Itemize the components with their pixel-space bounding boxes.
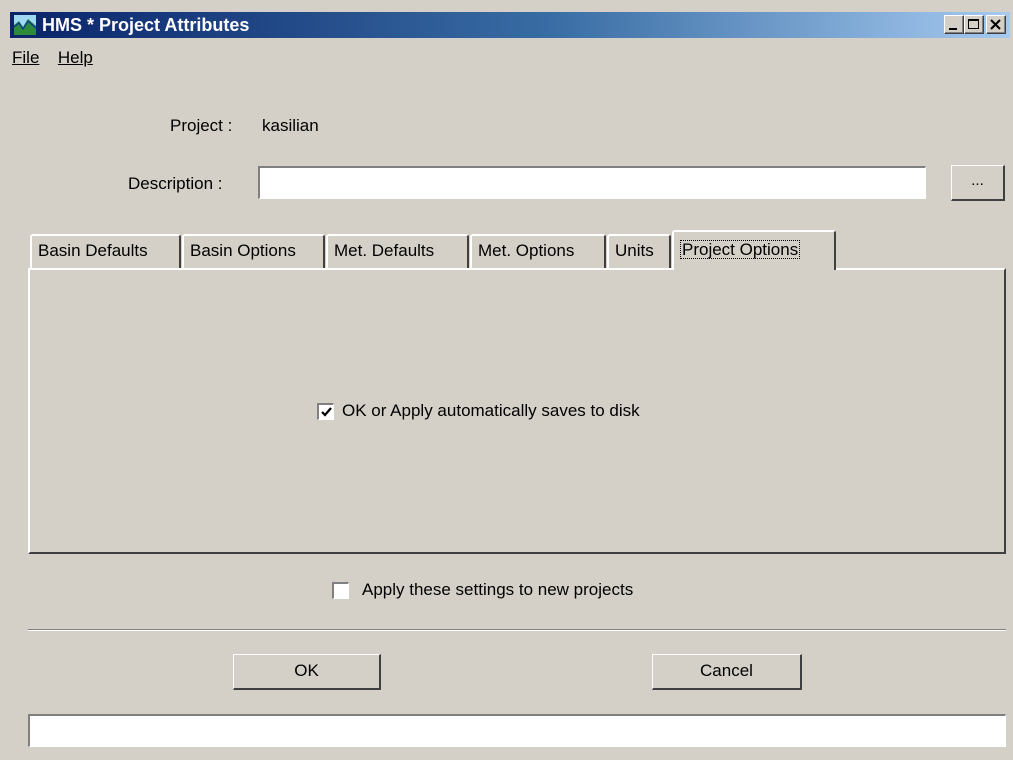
minimize-icon [949,28,957,30]
tab-basin-options-label: Basin Options [190,241,296,260]
apply-new-projects-label: Apply these settings to new projects [362,580,634,599]
description-field[interactable] [258,166,926,199]
menu-help[interactable]: Help [56,42,95,68]
menu-bar: File Help [10,42,105,68]
tab-met-options-label: Met. Options [478,241,575,260]
close-icon [990,19,1001,30]
minimize-button[interactable] [944,15,964,34]
tab-units[interactable]: Units [607,234,671,268]
maximize-icon [968,19,979,29]
menu-file-label: File [12,48,40,67]
apply-new-projects-checkbox[interactable] [332,582,349,599]
separator [28,629,1006,631]
project-options-panel: OK or Apply automatically saves to disk [28,268,1006,554]
tab-project-options[interactable]: Project Options [672,230,836,270]
menu-help-label: Help [57,48,93,67]
hms-app-icon [13,15,37,35]
autosave-label: OK or Apply automatically saves to disk [342,401,640,420]
tab-met-defaults[interactable]: Met. Defaults [326,234,469,268]
tab-met-options[interactable]: Met. Options [470,234,606,268]
title-bar[interactable]: HMS * Project Attributes [10,12,1010,38]
tab-basin-options[interactable]: Basin Options [182,234,325,268]
tab-basin-defaults-label: Basin Defaults [38,241,148,260]
close-button[interactable] [986,15,1006,34]
project-name: kasilian [262,116,319,135]
project-label: Project : [170,116,233,135]
browse-description-button[interactable]: ... [951,165,1005,201]
autosave-checkbox[interactable] [317,403,334,420]
status-bar [28,714,1006,747]
description-label: Description : [128,174,223,193]
checkmark-icon [321,407,332,417]
menu-file[interactable]: File [10,42,41,68]
project-attributes-window: HMS * Project Attributes File Help Proje… [0,0,1013,760]
tab-basin-defaults[interactable]: Basin Defaults [30,234,181,268]
cancel-button[interactable]: Cancel [652,654,802,690]
tab-project-options-label: Project Options [680,240,801,259]
ok-button[interactable]: OK [233,654,381,690]
tab-units-label: Units [615,241,654,260]
window-title: HMS * Project Attributes [42,15,250,35]
tab-met-defaults-label: Met. Defaults [334,241,435,260]
maximize-button[interactable] [964,15,984,34]
